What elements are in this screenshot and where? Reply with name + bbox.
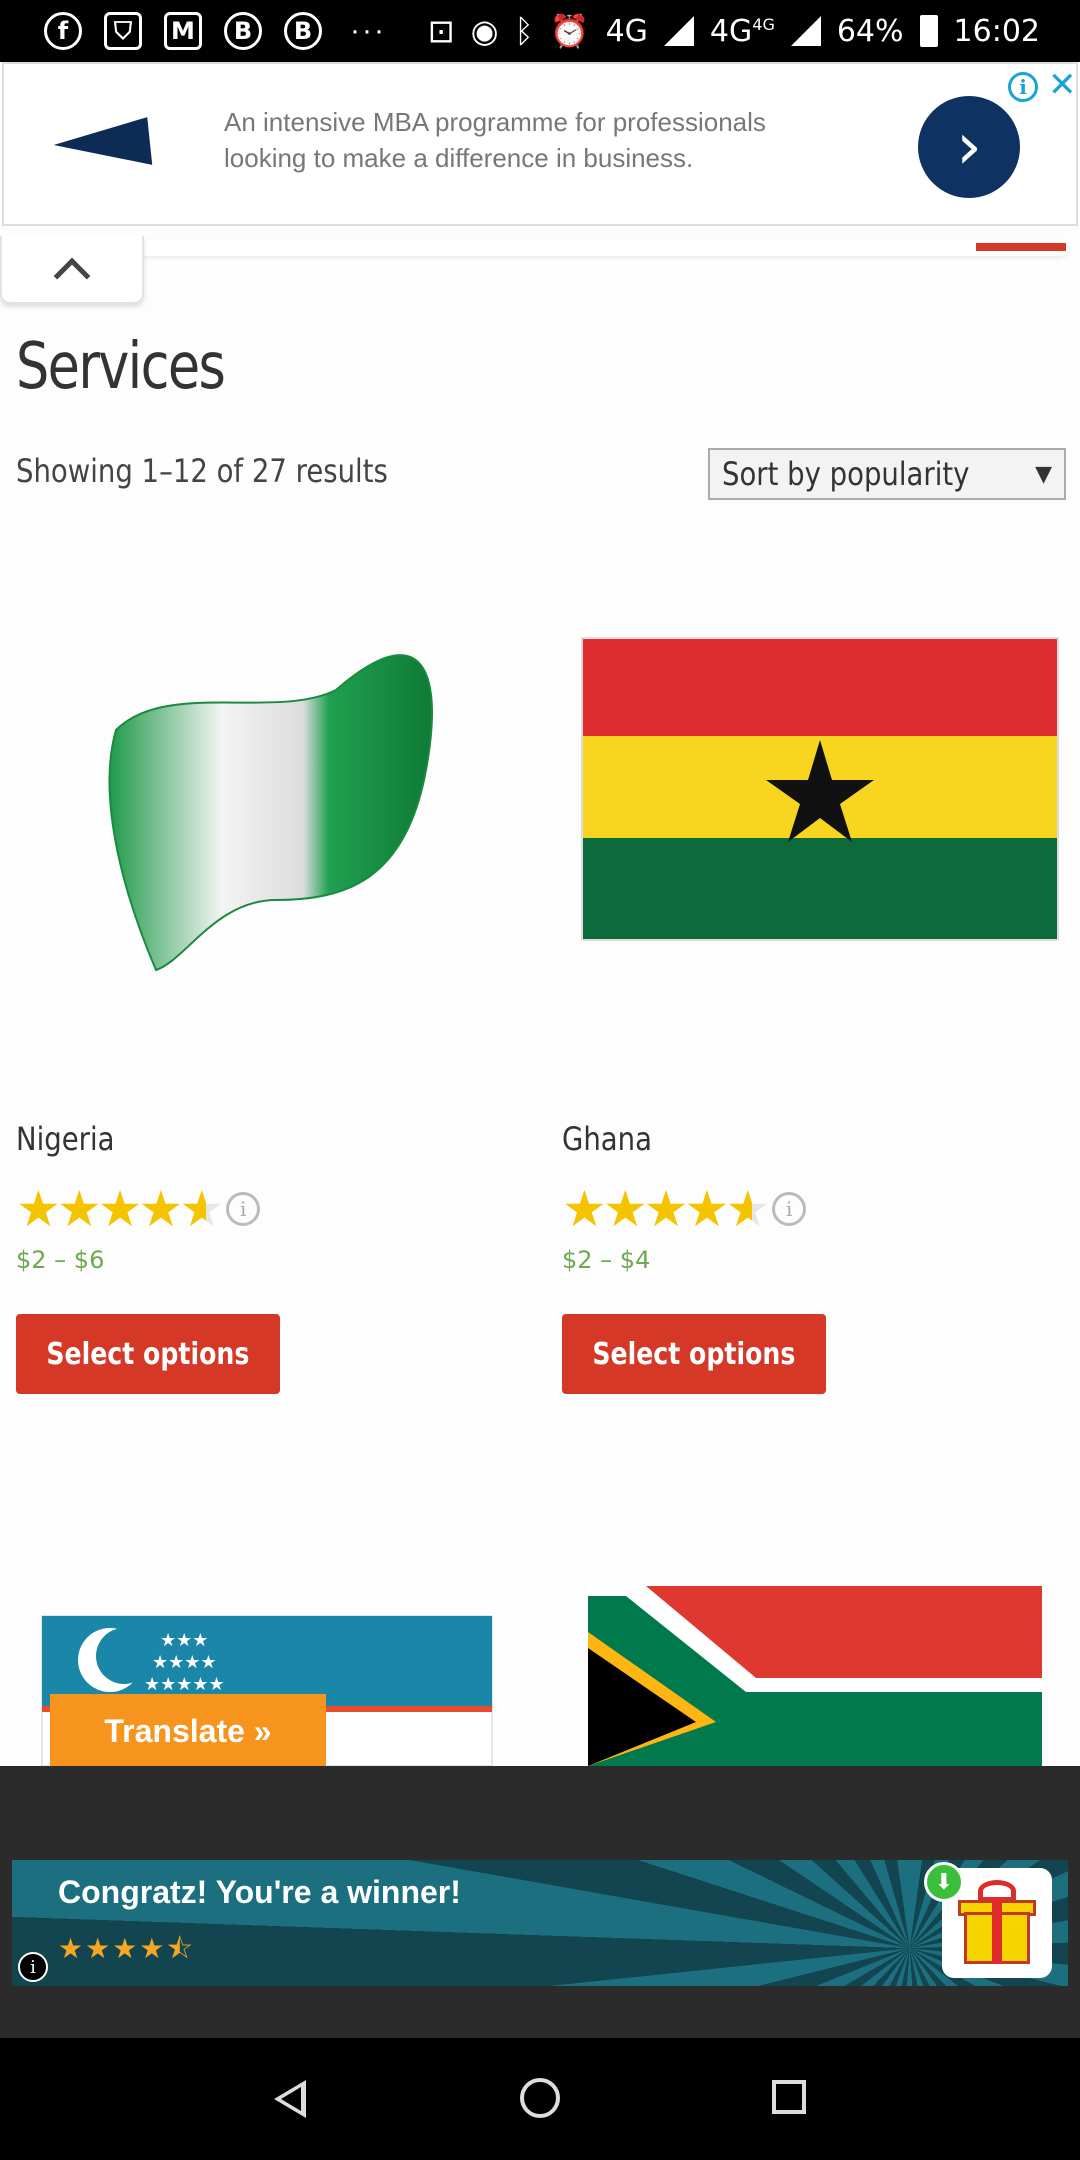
svg-text:★★★★★: ★★★★★ [144,1674,225,1695]
signal-icon [663,16,694,46]
star-icon: ★ [684,1180,730,1238]
b-notification-icon: B [224,12,262,50]
translate-button[interactable]: Translate » [50,1694,326,1768]
gmail-notification-icon: M [164,12,202,50]
star-rating: ★ ★ ★ ★ ★ i [562,1180,807,1238]
bluetooth-icon: ᛒ [514,12,534,50]
ad-go-button[interactable]: › [918,96,1020,198]
star-icon: ★ [97,1180,143,1238]
download-badge-icon: ⬇ [924,1862,964,1902]
facebook-notification-icon: f [44,12,82,50]
navigation-bar [0,2038,1080,2160]
nigeria-flag-image[interactable] [16,570,536,1070]
sort-selected-value: Sort by popularity [722,455,970,493]
battery-icon [919,15,938,47]
star-icon: ★ [16,1180,61,1238]
select-options-button[interactable]: Select options [562,1314,826,1394]
dropdown-arrow-icon: ▼ [1035,462,1052,487]
header-accent-bar [976,243,1066,251]
collapse-header-button[interactable] [0,236,144,304]
star-icon: ★ [602,1180,648,1238]
network-type-1: 4G [605,13,648,49]
ad-close-icon[interactable]: ✕ [1048,68,1077,102]
alarm-icon: ⏰ [549,12,590,50]
product-name[interactable]: Nigeria [16,1120,114,1158]
sort-select[interactable]: Sort by popularity ▼ [708,448,1066,500]
result-count: Showing 1–12 of 27 results [16,452,388,490]
svg-text:★★★★: ★★★★ [152,1652,217,1673]
ad-headline: Congratz! You're a winner! [58,1874,461,1910]
battery-percent: 64% [836,13,904,49]
recent-apps-icon[interactable] [772,2080,806,2114]
star-icon: ★ [56,1180,102,1238]
ad-star-rating: ★★★★⯪ [58,1932,195,1965]
star-icon: ★ [138,1180,184,1238]
product-price: $2 – $4 [562,1246,651,1274]
ad-info-icon[interactable]: i [1008,72,1038,102]
product-price: $2 – $6 [16,1246,105,1274]
select-options-button[interactable]: Select options [16,1314,280,1394]
status-bar: f ⛉ M B B ··· ⊡ ◉ ᛒ ⏰ 4G 4G4G 64% 16:02 [0,0,1080,62]
shield-notification-icon: ⛉ [104,12,142,50]
product-name[interactable]: Ghana [562,1120,652,1158]
home-icon[interactable] [520,2078,560,2118]
clock: 16:02 [953,13,1040,49]
header-strip [140,240,1068,256]
top-ad-banner[interactable]: An intensive MBA programme for professio… [2,62,1078,226]
chevron-up-icon [53,257,91,295]
page-title: Services [16,330,226,404]
star-icon: ★ [643,1180,689,1238]
ghana-flag-image[interactable] [562,570,1080,1070]
bottom-ad-banner[interactable]: Congratz! You're a winner! ★★★★⯪ i [12,1860,1068,1986]
chevron-right-icon: › [956,110,982,184]
back-icon[interactable] [274,2080,306,2118]
star-icon: ★ [562,1180,607,1238]
half-star-icon: ★ [179,1180,225,1238]
hotspot-icon: ◉ [470,12,499,50]
ad-info-icon[interactable]: i [18,1952,48,1982]
half-star-icon: ★ [725,1180,771,1238]
more-notifications-icon: ··· [350,14,386,47]
south-africa-flag-image[interactable] [586,1582,1046,1766]
svg-text:★★★: ★★★ [160,1630,208,1651]
signal-icon [790,16,821,46]
b-notification-icon: B [284,12,322,50]
ad-text: An intensive MBA programme for professio… [224,107,766,173]
rating-info-icon[interactable]: i [226,1192,261,1226]
network-type-2: 4G4G [709,13,775,49]
ad-logo-icon [51,117,153,175]
star-rating: ★ ★ ★ ★ ★ i [16,1180,261,1238]
rating-info-icon[interactable]: i [772,1192,807,1226]
cast-icon: ⊡ [427,12,455,50]
